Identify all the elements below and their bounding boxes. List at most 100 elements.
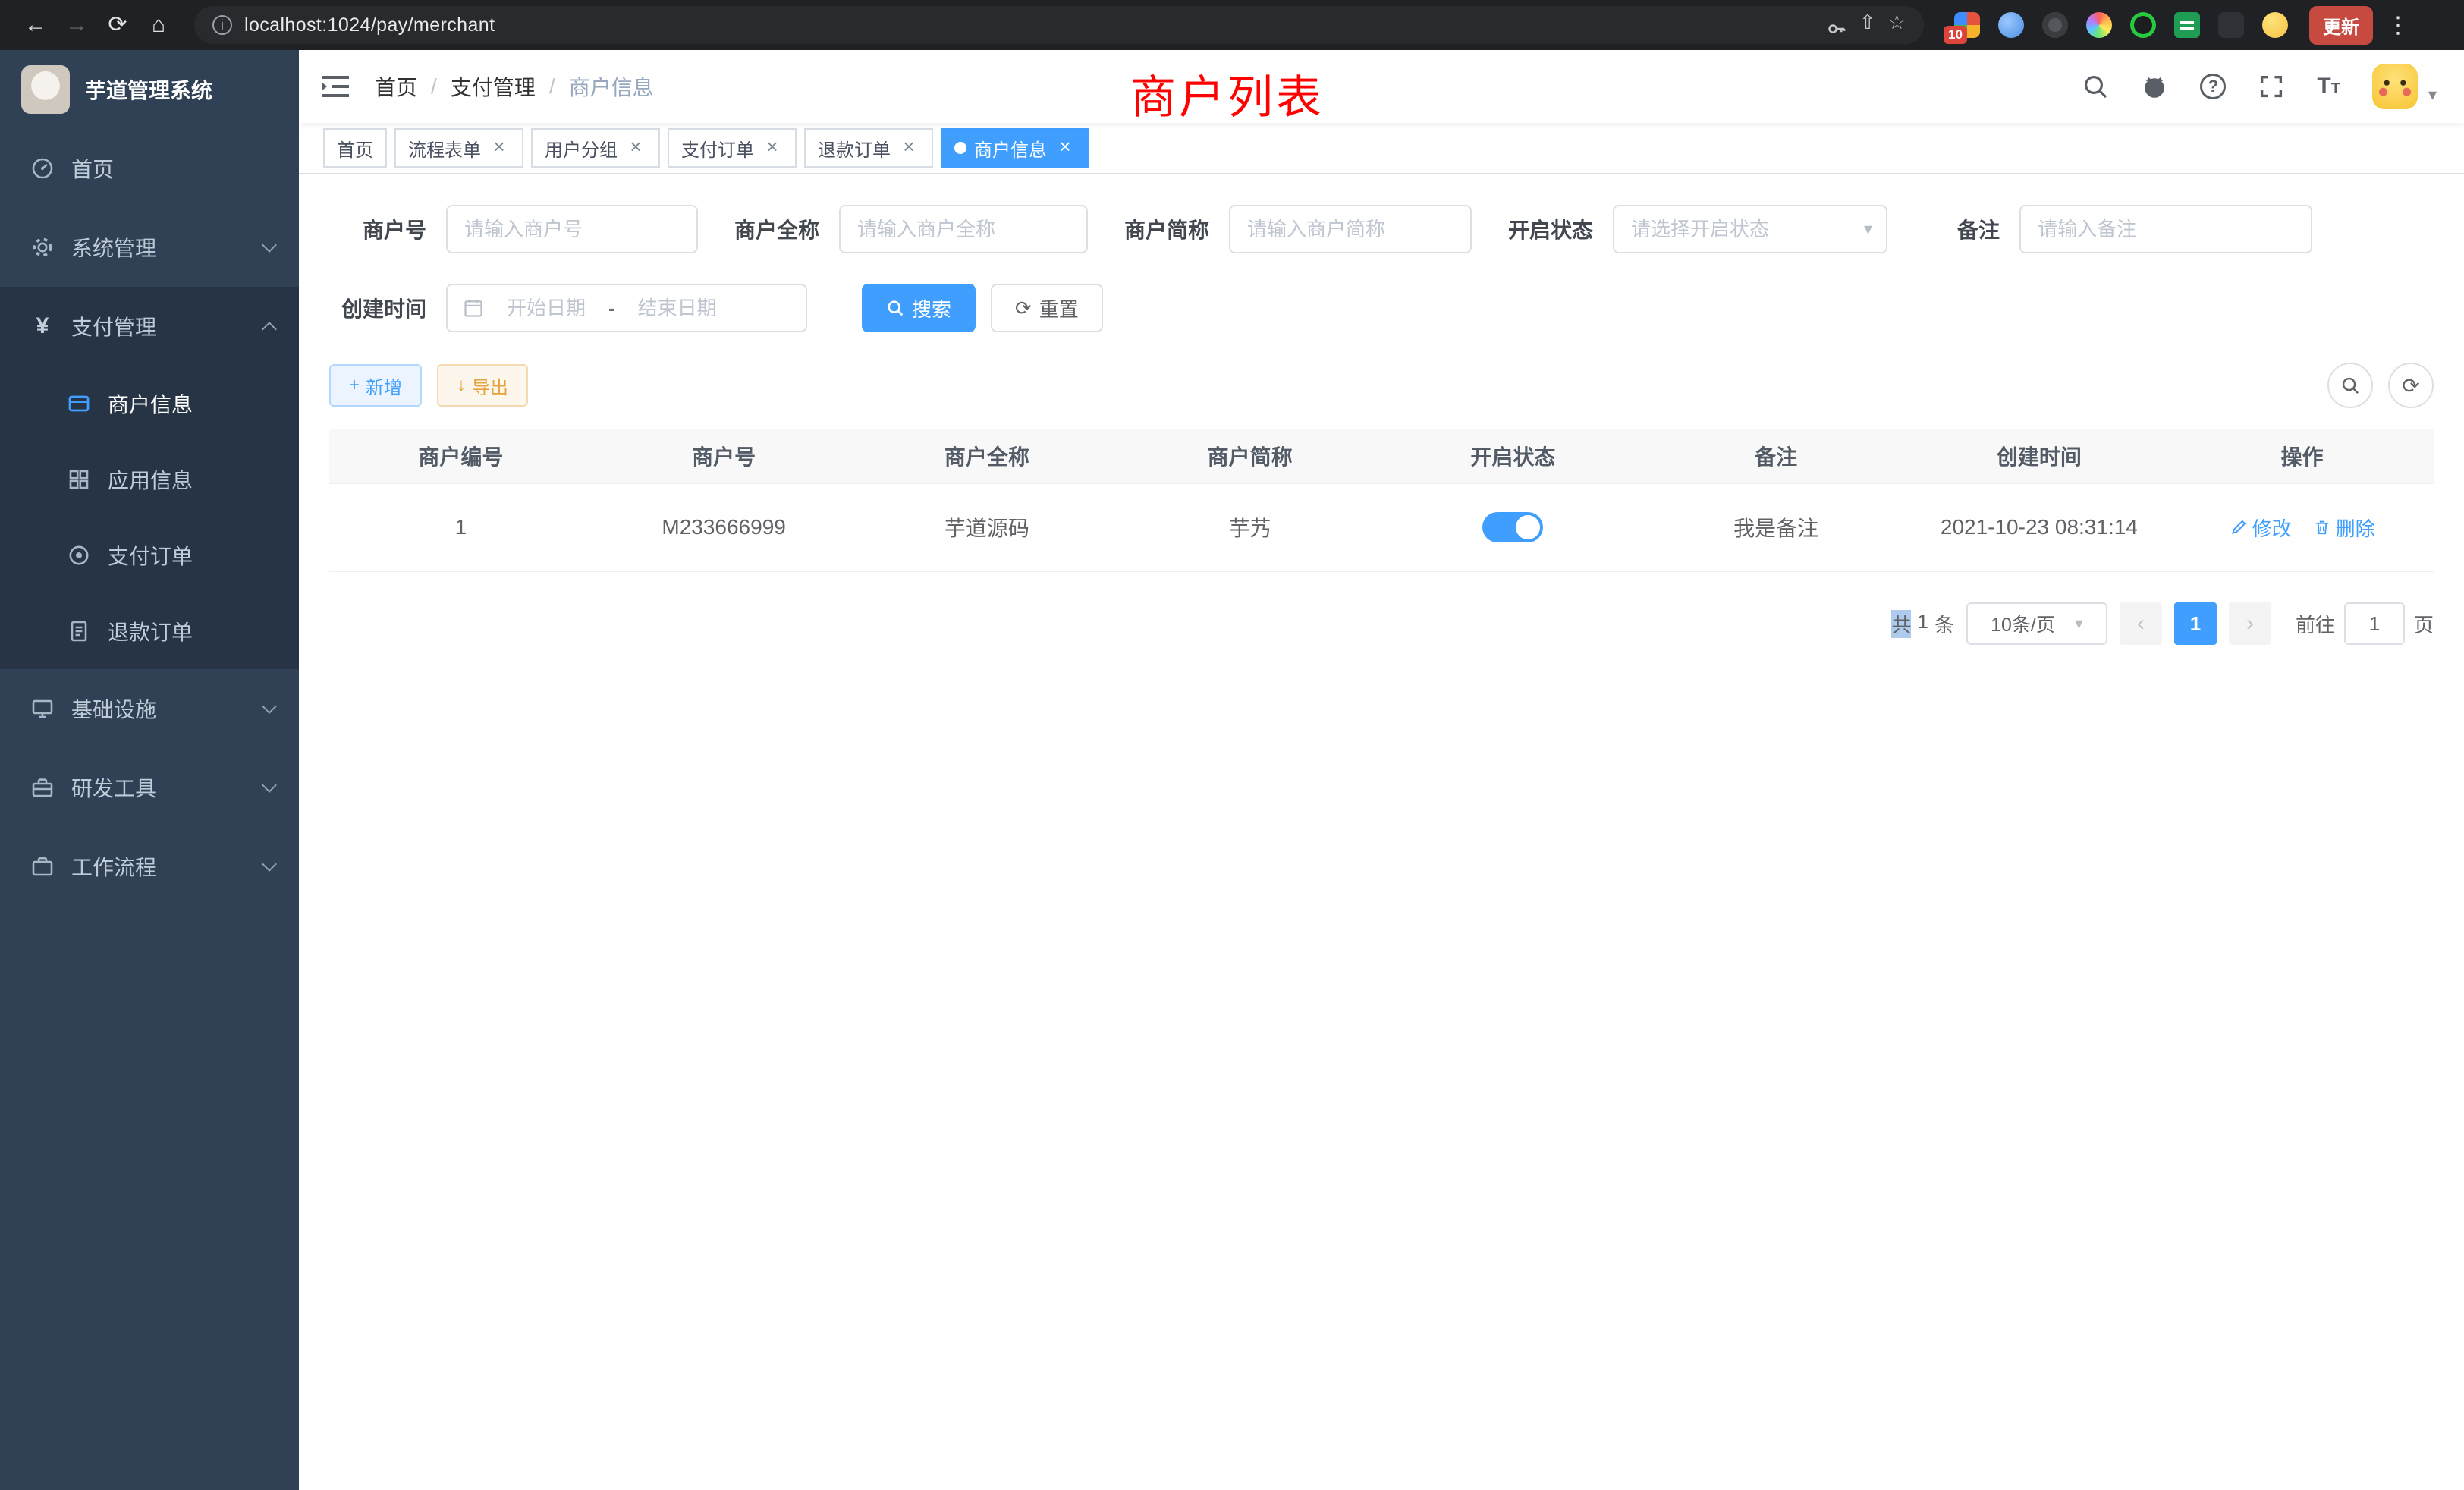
page-number-button[interactable]: 1 (2174, 602, 2217, 645)
extension-icon[interactable] (2086, 12, 2112, 38)
search-icon[interactable] (2082, 73, 2109, 100)
password-key-icon[interactable] (1826, 11, 1847, 39)
start-date-input[interactable] (490, 297, 602, 320)
refresh-table-button[interactable]: ⟳ (2388, 363, 2434, 408)
font-size-icon[interactable]: TT (2317, 75, 2340, 98)
plus-icon: + (349, 375, 360, 396)
sidebar-item-merchant-info[interactable]: 商户信息 (0, 366, 299, 442)
close-icon[interactable]: × (762, 137, 783, 159)
breadcrumb-item[interactable]: 首页 (375, 71, 417, 102)
close-icon[interactable]: × (898, 137, 919, 159)
close-icon[interactable]: × (1054, 137, 1076, 159)
extension-icon[interactable] (1998, 12, 2024, 38)
cell-remark: 我是备注 (1645, 512, 1908, 542)
extension-icon[interactable] (2262, 12, 2288, 38)
sidebar-item-app-info[interactable]: 应用信息 (0, 442, 299, 517)
edit-link[interactable]: 修改 (2230, 514, 2292, 542)
collapse-menu-icon[interactable] (320, 74, 350, 99)
extension-icon[interactable]: 10 (1954, 12, 1980, 38)
extension-icon[interactable] (2218, 12, 2244, 38)
share-icon[interactable]: ⇧ (1859, 3, 1876, 41)
avatar[interactable] (2372, 64, 2418, 109)
site-info-icon[interactable]: i (212, 15, 232, 35)
home-icon[interactable]: ⌂ (138, 0, 179, 50)
tag-process-form[interactable]: 流程表单× (394, 128, 523, 168)
end-date-input[interactable] (621, 297, 734, 320)
active-dot (954, 142, 966, 154)
chrome-update-button[interactable]: 更新 (2309, 6, 2373, 45)
github-icon[interactable] (2141, 73, 2168, 100)
bookmark-star-icon[interactable]: ☆ (1888, 3, 1906, 41)
cell-create-time: 2021-10-23 08:31:14 (1908, 515, 2171, 539)
help-icon[interactable]: ? (2200, 74, 2226, 99)
sidebar-item-refund-order[interactable]: 退款订单 (0, 593, 299, 669)
column-header: 商户编号 (329, 441, 592, 471)
field-label: 商户号 (329, 214, 426, 244)
app-logo[interactable]: 芋道管理系统 (0, 50, 299, 129)
remark-input[interactable] (2019, 205, 2312, 253)
merchant-short-name-input[interactable] (1229, 205, 1472, 253)
page-size-select[interactable]: 10条/页 ▾ (1966, 602, 2107, 645)
sidebar-item-workflow[interactable]: 工作流程 (0, 827, 299, 906)
sidebar-item-home[interactable]: 首页 (0, 129, 299, 208)
target-icon (67, 543, 91, 567)
extension-icon[interactable] (2130, 12, 2156, 38)
tag-refund-order[interactable]: 退款订单× (804, 128, 933, 168)
url-text[interactable]: localhost:1024/pay/merchant (244, 14, 495, 36)
date-range-picker[interactable]: - (446, 284, 807, 332)
sidebar-item-label: 退款订单 (108, 616, 193, 646)
close-icon[interactable]: × (625, 137, 646, 159)
next-page-button[interactable]: › (2229, 602, 2271, 645)
cell-status (1381, 512, 1645, 542)
status-select[interactable] (1613, 205, 1887, 253)
forward-icon[interactable]: → (56, 0, 97, 50)
tag-home[interactable]: 首页 (323, 128, 387, 168)
main-area: 首页 / 支付管理 / 商户信息 商户列表 ? TT ▾ (299, 50, 2464, 1490)
cell-short-name: 芋艿 (1118, 512, 1381, 542)
sidebar-item-pay-order[interactable]: 支付订单 (0, 517, 299, 593)
merchant-no-input[interactable] (446, 205, 698, 253)
grid-icon (67, 467, 91, 492)
logo-avatar (21, 65, 70, 114)
export-button[interactable]: ↓ 导出 (437, 364, 528, 407)
avatar-caret-icon[interactable]: ▾ (2428, 85, 2437, 109)
merchant-full-name-input[interactable] (839, 205, 1088, 253)
sidebar-item-infrastructure[interactable]: 基础设施 (0, 669, 299, 748)
close-icon[interactable]: × (489, 137, 510, 159)
reload-icon[interactable]: ⟳ (97, 0, 138, 50)
sidebar-item-label: 应用信息 (108, 464, 193, 495)
tag-pay-order[interactable]: 支付订单× (668, 128, 797, 168)
add-button[interactable]: + 新增 (329, 364, 422, 407)
sidebar-item-dev-tools[interactable]: 研发工具 (0, 748, 299, 827)
sidebar-item-label: 首页 (71, 153, 114, 184)
refresh-icon: ⟳ (2402, 373, 2419, 398)
breadcrumb-separator: / (431, 74, 437, 99)
dashboard-icon (30, 156, 55, 181)
tag-user-group[interactable]: 用户分组× (531, 128, 660, 168)
browser-menu-icon[interactable]: ⋮ (2387, 12, 2409, 39)
toggle-search-button[interactable] (2327, 363, 2373, 408)
fullscreen-icon[interactable] (2258, 73, 2285, 100)
delete-link[interactable]: 删除 (2313, 514, 2375, 542)
address-bar[interactable]: i localhost:1024/pay/merchant ⇧ ☆ (194, 6, 1924, 44)
search-form-row-1: 商户号 商户全称 商户简称 开启状态 (329, 205, 2434, 253)
goto-page-input[interactable] (2344, 602, 2405, 645)
pagination: 共 1 条 10条/页 ▾ ‹ 1 › 前往 页 (329, 602, 2434, 645)
breadcrumb-item[interactable]: 支付管理 (451, 71, 536, 102)
total-count: 共 1 条 (1891, 610, 1954, 638)
status-toggle[interactable] (1482, 512, 1543, 542)
navbar-actions: ? TT ▾ (2082, 64, 2437, 109)
sidebar-item-system[interactable]: 系统管理 (0, 208, 299, 287)
sidebar-item-payment[interactable]: ¥ 支付管理 (0, 287, 299, 366)
reset-button[interactable]: ⟳ 重置 (991, 284, 1103, 332)
extension-icon[interactable] (2174, 12, 2200, 38)
cell-merchant-id: 1 (329, 515, 592, 539)
back-icon[interactable]: ← (15, 0, 56, 50)
extension-icon[interactable] (2042, 12, 2068, 38)
cell-full-name: 芋道源码 (856, 512, 1119, 542)
search-button[interactable]: 搜索 (862, 284, 976, 332)
date-separator: - (608, 297, 615, 320)
prev-page-button[interactable]: ‹ (2120, 602, 2162, 645)
tag-merchant-info[interactable]: 商户信息× (941, 128, 1089, 168)
column-header: 创建时间 (1908, 441, 2171, 471)
